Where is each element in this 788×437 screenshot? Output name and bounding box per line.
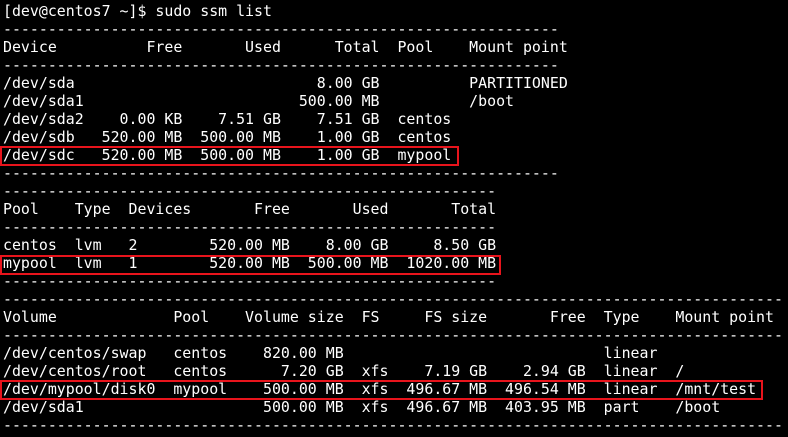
- pools-row-centos: centos lvm 2 520.00 MB 8.00 GB 8.50 GB: [3, 236, 497, 254]
- pools-header-row: Pool Type Devices Free Used Total: [3, 200, 497, 218]
- volumes-row-centos-root: /dev/centos/root centos 7.20 GB xfs 7.19…: [3, 362, 685, 380]
- devices-row-sda2: /dev/sda2 0.00 KB 7.51 GB 7.51 GB centos: [3, 110, 452, 128]
- volumes-rule-top: ----------------------------------------…: [3, 290, 783, 308]
- devices-rule-top: ----------------------------------------…: [3, 20, 559, 38]
- devices-rule-bottom: ----------------------------------------…: [3, 164, 559, 182]
- highlight-box-disk0: [0, 380, 763, 400]
- volumes-header-row: Volume Pool Volume size FS FS size Free …: [3, 308, 774, 326]
- pools-rule-top: ----------------------------------------…: [3, 182, 497, 200]
- pools-rule-header: ----------------------------------------…: [3, 218, 497, 236]
- devices-row-sda: /dev/sda 8.00 GB PARTITIONED: [3, 74, 568, 92]
- devices-rule-header: ----------------------------------------…: [3, 56, 559, 74]
- devices-row-sdb: /dev/sdb 520.00 MB 500.00 MB 1.00 GB cen…: [3, 128, 452, 146]
- volumes-row-sda1: /dev/sda1 500.00 MB xfs 496.67 MB 403.95…: [3, 398, 721, 416]
- volumes-row-centos-swap: /dev/centos/swap centos 820.00 MB linear: [3, 344, 658, 362]
- terminal-window[interactable]: [dev@centos7 ~]$ sudo ssm list ---------…: [0, 0, 788, 437]
- volumes-rule-bottom: ----------------------------------------…: [3, 416, 783, 434]
- devices-header-row: Device Free Used Total Pool Mount point: [3, 38, 568, 56]
- highlight-box-mypool: [0, 255, 501, 275]
- command-prompt-line: [dev@centos7 ~]$ sudo ssm list: [3, 2, 272, 20]
- volumes-rule-header: ----------------------------------------…: [3, 326, 783, 344]
- devices-row-sda1: /dev/sda1 500.00 MB /boot: [3, 92, 515, 110]
- highlight-box-sdc: [0, 146, 459, 166]
